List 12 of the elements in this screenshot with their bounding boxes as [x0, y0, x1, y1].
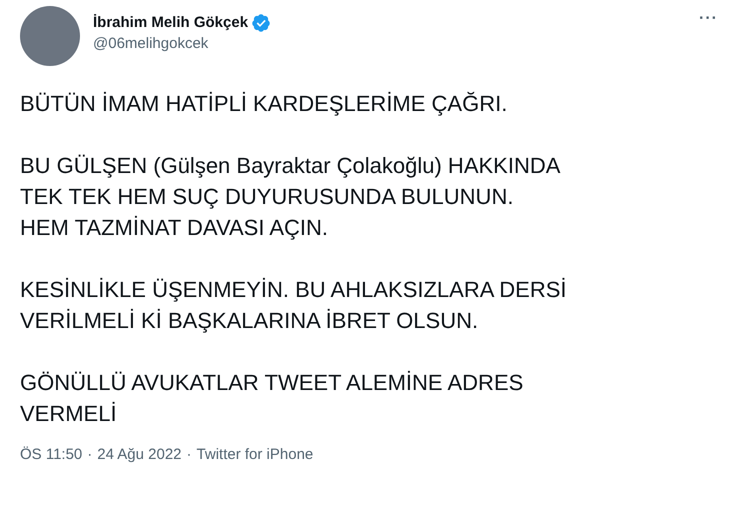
more-button[interactable]: ··· — [695, 10, 722, 28]
separator-dot: · — [186, 446, 192, 463]
tweet-paragraph: GÖNÜLLÜ AVUKATLAR TWEET ALEMİNE ADRES VERMELİ — [20, 369, 524, 428]
tweet-paragraph: BÜTÜN İMAM HATİPLİ KARDEŞLERİME ÇAĞRI. — [20, 90, 508, 118]
tweet-paragraph: KESİNLİKLE ÜŞENMEYİN. BU AHLAKSIZLARA DERSİ VERİLMELİ Kİ BAŞKALARINA İBRET OLSUN. — [20, 276, 568, 335]
tweet-date[interactable]: 24 Ağu 2022 — [97, 446, 182, 463]
tweet-paragraph: BU GÜLŞEN (Gülşen Bayraktar Çolakoğlu) HAKKINDA TEK TEK HEM SUÇ DUYURUSUNDA BULUNUN. HEM TAZMİNAT DAVASI AÇIN. — [20, 152, 562, 242]
tweet-source[interactable]: Twitter for iPhone — [196, 446, 314, 463]
tweet-time[interactable]: ÖS 11:50 — [20, 446, 82, 463]
author-name[interactable]: İbrahim Melih Gökçek — [93, 14, 248, 31]
separator-dot: · — [87, 446, 92, 463]
author-handle[interactable]: @06melihgokcek — [93, 34, 682, 52]
